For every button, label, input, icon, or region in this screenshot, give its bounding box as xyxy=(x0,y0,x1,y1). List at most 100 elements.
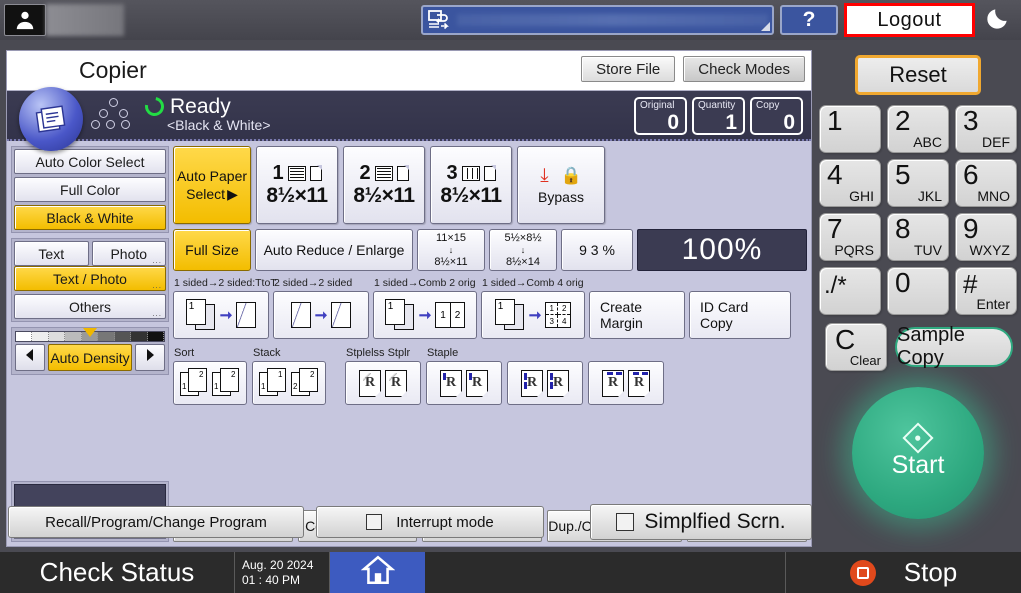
sort-button[interactable]: 12 12 xyxy=(173,361,247,405)
counter-copy: Copy 0 xyxy=(750,97,803,135)
key-8[interactable]: 8TUV xyxy=(887,213,949,261)
auto-paper-select-line2: Select xyxy=(186,185,225,203)
left-arrow-icon xyxy=(23,348,37,367)
home-icon xyxy=(361,553,395,592)
tray-1-button[interactable]: 1 8½×11 xyxy=(256,146,338,224)
tray-1-number: 1 xyxy=(272,162,283,185)
tray-3-number: 3 xyxy=(446,162,457,185)
paper-stack-icon xyxy=(375,166,393,181)
tray-bypass-button[interactable]: ⤓ 🔒 Bypass xyxy=(517,146,605,224)
help-button[interactable]: ? xyxy=(780,5,838,35)
full-size-button[interactable]: Full Size xyxy=(173,229,251,271)
staple-icon: R xyxy=(440,370,462,397)
staple-double-left-button[interactable]: R R xyxy=(507,361,583,405)
start-button[interactable]: ● Start xyxy=(852,387,984,519)
key-3-digit: 3 xyxy=(963,105,979,137)
arrow-icon: ➞ xyxy=(419,306,432,324)
tray-3-button[interactable]: 3 8½×11 xyxy=(430,146,512,224)
auto-density-button[interactable]: Auto Density xyxy=(48,344,132,371)
staple-icon-2: R xyxy=(466,370,488,397)
logout-button[interactable]: Logout xyxy=(844,3,975,37)
color-mode-auto-color-select[interactable]: Auto Color Select xyxy=(14,149,166,174)
duplex-result-icon xyxy=(236,302,256,328)
document-name-field[interactable] xyxy=(421,5,774,35)
stapleless-stapler-button[interactable]: R R xyxy=(345,361,421,405)
color-mode-black-and-white[interactable]: Black & White xyxy=(14,205,166,230)
auto-reduce-enlarge-button[interactable]: Auto Reduce / Enlarge xyxy=(255,229,413,271)
density-scale[interactable] xyxy=(15,331,165,342)
interrupt-mode-button[interactable]: Interrupt mode xyxy=(316,506,544,538)
key-4-letters: GHI xyxy=(849,188,874,204)
key-9[interactable]: 9WXYZ xyxy=(955,213,1017,261)
counter-original: Original 0 xyxy=(634,97,687,135)
key-0[interactable]: 0 xyxy=(887,267,949,315)
staple-cell: Staple R R xyxy=(426,361,502,405)
staple-top-button[interactable]: R R xyxy=(588,361,664,405)
preset-5half-button[interactable]: 5½×8½ ↓ 8½×14 xyxy=(489,229,557,271)
combine-2-label: 1 sided→Comb 2 orig xyxy=(374,277,476,289)
down-arrow-icon: ↓ xyxy=(504,244,541,256)
key-7[interactable]: 7PQRS xyxy=(819,213,881,261)
copier-panel: Copier Store File Check Modes Ready <Bla… xyxy=(6,50,812,547)
user-chip[interactable] xyxy=(4,4,124,36)
tray-auto-paper-select[interactable]: Auto Paper Select ▶ xyxy=(173,146,251,224)
stop-button[interactable]: Stop xyxy=(786,552,1021,593)
sample-copy-button[interactable]: Sample Copy xyxy=(895,327,1013,367)
original-type-text[interactable]: Text xyxy=(14,241,89,266)
key-2[interactable]: 2ABC xyxy=(887,105,949,153)
original-type-photo[interactable]: Photo ... xyxy=(92,241,167,266)
color-mode-full-color[interactable]: Full Color xyxy=(14,177,166,202)
key-4[interactable]: 4GHI xyxy=(819,159,881,207)
recall-program-button[interactable]: Recall/Program/Change Program xyxy=(8,506,304,538)
key-enter[interactable]: #Enter xyxy=(955,267,1017,315)
dropdown-corner-icon xyxy=(761,22,770,31)
key-6-letters: MNO xyxy=(977,188,1010,204)
interrupt-mode-checkbox[interactable] xyxy=(366,514,382,530)
clear-button[interactable]: C Clear xyxy=(825,323,887,371)
key-5[interactable]: 5JKL xyxy=(887,159,949,207)
combine-2-button[interactable]: 2 1 ➞ 12 xyxy=(373,291,477,339)
density-increase-button[interactable] xyxy=(135,344,165,371)
check-status-button[interactable]: Check Status xyxy=(0,552,235,593)
key-enter-letters: Enter xyxy=(977,296,1010,312)
arrow-icon: ➞ xyxy=(529,306,542,324)
staple-button[interactable]: R R xyxy=(426,361,502,405)
key-3[interactable]: 3DEF xyxy=(955,105,1017,153)
density-marker-icon[interactable] xyxy=(83,328,97,337)
original-type-others-label: Others xyxy=(69,299,111,315)
more-options-dots: ... xyxy=(152,256,162,265)
top-bar: ? Logout xyxy=(0,0,1021,40)
preset-11x15-button[interactable]: 11×15 ↓ 8½×11 xyxy=(417,229,485,271)
store-file-button[interactable]: Store File xyxy=(581,56,675,82)
duplex-1to2-button[interactable]: 2 1 ➞ xyxy=(173,291,269,339)
original-type-others[interactable]: Others ... xyxy=(14,294,166,319)
id-card-copy-button[interactable]: ID Card Copy xyxy=(689,291,791,339)
original-type-text-photo[interactable]: Text / Photo ... xyxy=(14,266,166,291)
key-star[interactable]: ./* xyxy=(819,267,881,315)
home-button[interactable] xyxy=(330,552,425,593)
ready-label: Ready xyxy=(170,97,231,116)
simplified-screen-checkbox[interactable] xyxy=(616,513,634,531)
counter-copy-value: 0 xyxy=(783,111,795,135)
reset-button[interactable]: Reset xyxy=(855,55,981,95)
duplex-2to2-button[interactable]: ➞ xyxy=(273,291,369,339)
density-decrease-button[interactable] xyxy=(15,344,45,371)
key-0-digit: 0 xyxy=(895,267,911,299)
simplified-screen-button[interactable]: Simplfied Scrn. xyxy=(590,504,812,540)
stop-icon xyxy=(850,560,876,586)
combine-4-button[interactable]: 2 1 ➞ 1234 xyxy=(481,291,585,339)
key-6[interactable]: 6MNO xyxy=(955,159,1017,207)
key-1[interactable]: 1 xyxy=(819,105,881,153)
key-2-digit: 2 xyxy=(895,105,911,137)
check-modes-button[interactable]: Check Modes xyxy=(683,56,805,82)
create-margin-button[interactable]: Create Margin xyxy=(589,291,685,339)
tray-1-size: 8½×11 xyxy=(266,184,327,208)
key-7-letters: PQRS xyxy=(834,242,874,258)
energy-saver-button[interactable] xyxy=(975,0,1021,40)
tray-2-button[interactable]: 2 8½×11 xyxy=(343,146,425,224)
key-star-digit: ./* xyxy=(824,272,847,300)
stack-button[interactable]: 11 22 xyxy=(252,361,326,405)
duplex-2to2-cell: 2 sided→2 sided ➞ xyxy=(273,291,369,339)
preset-93-percent-button[interactable]: 9 3 % xyxy=(561,229,633,271)
original-type-photo-label: Photo xyxy=(110,246,147,262)
